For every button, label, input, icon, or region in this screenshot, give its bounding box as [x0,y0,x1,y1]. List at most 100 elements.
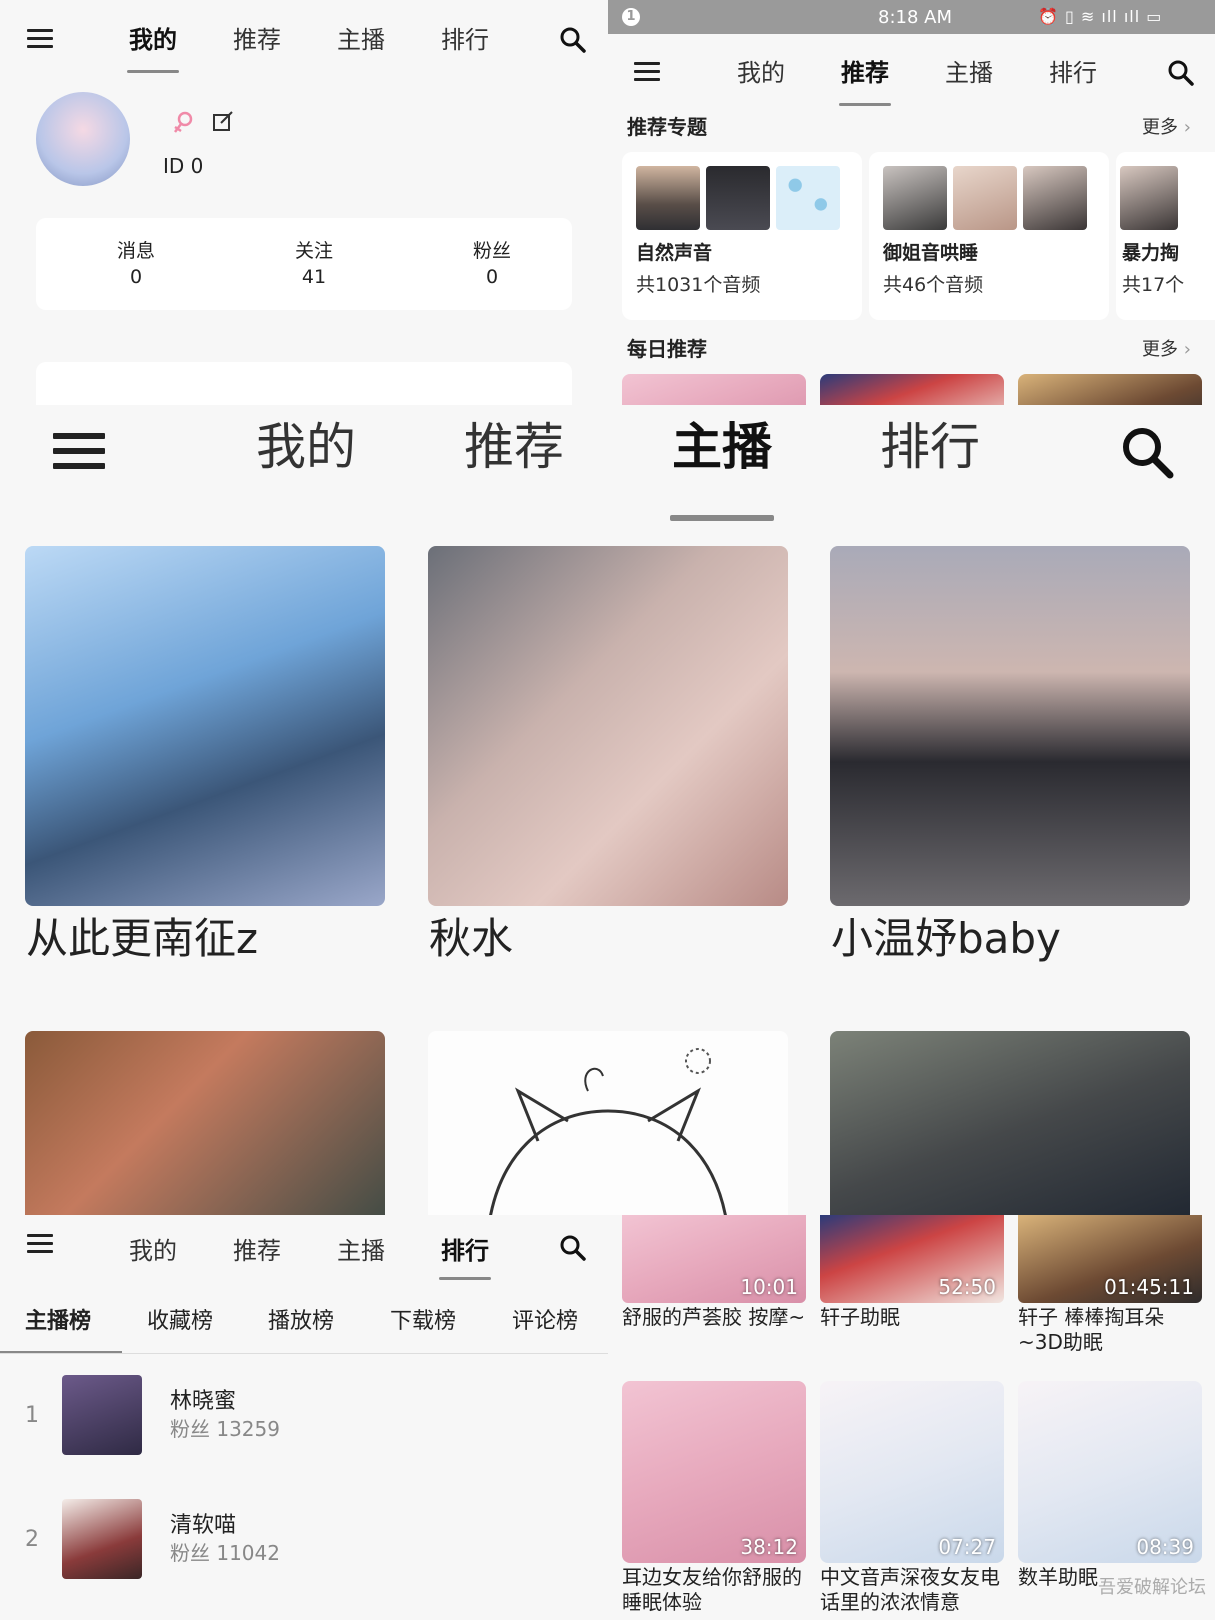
menu-card [36,362,572,405]
tab-recommend[interactable]: 推荐 [222,1231,292,1266]
user-id: ID 0 [163,154,204,178]
tab-recommend[interactable]: 推荐 [830,53,900,88]
stat-following[interactable]: 关注 41 [264,238,364,290]
search-icon[interactable] [559,26,587,54]
topic-card[interactable]: 御姐音哄睡 共46个音频 [869,152,1109,320]
daily-thumb[interactable] [820,374,1004,405]
daily-thumb[interactable] [622,374,806,405]
daily-item[interactable]: 10:01 舒服的芦荟胶 按摩~ [622,1215,806,1360]
rank-name: 林晓蜜 [170,1389,237,1414]
subtab-favorite-rank[interactable]: 收藏榜 [147,1303,213,1335]
tab-anchor[interactable]: 主播 [934,53,1004,88]
rank-fans: 粉丝 11042 [170,1541,280,1565]
more-label: 更多 [1142,339,1178,360]
daily-item[interactable]: 38:12 耳边女友给你舒服的睡眠体验 [622,1381,806,1616]
more-label: 更多 [1142,117,1178,138]
tab-anchor[interactable]: 主播 [652,407,792,479]
daily-item[interactable]: 07:27 中文音声深夜女友电话里的浓浓情意 [820,1381,1004,1616]
daily-item[interactable]: 01:45:11 轩子 棒棒掏耳朵~3D助眠 [1018,1215,1202,1360]
search-icon[interactable] [1167,59,1195,87]
chevron-right-icon: › [1178,117,1191,138]
tab-mine[interactable]: 我的 [236,407,376,479]
topic-count: 共1031个音频 [636,274,761,296]
rank-row[interactable]: 2 清软喵 粉丝 11042 [0,1499,608,1599]
tab-underline [670,515,774,521]
section-title-daily: 每日推荐 [627,337,707,361]
subtab-download-rank[interactable]: 下载榜 [390,1303,456,1335]
tab-underline [839,103,891,106]
stat-label: 消息 [116,240,155,262]
topic-card[interactable]: 暴力掏 共17个 [1116,152,1215,320]
ranking-panel: 我的 推荐 主播 排行 主播榜 收藏榜 播放榜 下载榜 评论榜 1 林晓蜜 粉丝… [0,1215,608,1620]
anchor-photo[interactable] [25,1031,385,1215]
topic-thumb [706,166,770,230]
subtab-play-rank[interactable]: 播放榜 [268,1303,334,1335]
tab-ranking[interactable]: 排行 [430,20,500,55]
rank-row[interactable]: 1 林晓蜜 粉丝 13259 [0,1375,608,1475]
daily-thumb: 10:01 [622,1215,806,1303]
topic-count: 共46个音频 [883,274,984,296]
subtab-divider [0,1353,608,1354]
anchor-photo[interactable] [428,546,788,906]
anchor-name[interactable]: 小温妤baby [831,905,1061,966]
daily-title: 中文音声深夜女友电话里的浓浓情意 [820,1565,1000,1614]
anchor-name[interactable]: 秋水 [429,905,513,966]
topic-thumb [883,166,947,230]
anchor-photo[interactable] [830,546,1190,906]
daily-thumb: 08:39 [1018,1381,1202,1563]
tab-ranking[interactable]: 排行 [860,407,1000,479]
tab-ranking[interactable]: 排行 [1038,53,1108,88]
search-icon[interactable] [1120,425,1176,481]
daily-title: 舒服的芦荟胶 按摩~ [622,1305,806,1329]
tab-mine[interactable]: 我的 [118,20,188,55]
daily-thumb: 07:27 [820,1381,1004,1563]
stat-value: 0 [129,266,143,288]
tab-recommend[interactable]: 推荐 [222,20,292,55]
topic-name: 御姐音哄睡 [883,242,979,264]
tab-mine[interactable]: 我的 [726,53,796,88]
subtab-anchor-rank[interactable]: 主播榜 [25,1303,91,1335]
watermark: 吾爱破解论坛 [1098,1577,1206,1598]
search-icon[interactable] [559,1234,587,1262]
rank-number: 2 [25,1527,39,1552]
tab-mine[interactable]: 我的 [118,1231,188,1266]
tab-anchor[interactable]: 主播 [326,1231,396,1266]
menu-icon[interactable] [27,1234,53,1253]
daily-panel: 10:01 舒服的芦荟胶 按摩~ 52:50 轩子助眠 01:45:11 轩子 … [608,1215,1215,1620]
sketch-cat-illustration [489,1048,727,1215]
stats-card: 消息 0 关注 41 粉丝 0 [36,218,572,310]
menu-icon[interactable] [53,433,105,469]
daily-thumb: 38:12 [622,1381,806,1563]
more-link-daily[interactable]: 更多 › [1142,335,1191,361]
rank-avatar [62,1375,142,1455]
anchor-photo[interactable] [25,546,385,906]
daily-thumb: 01:45:11 [1018,1215,1202,1303]
more-link-topics[interactable]: 更多 › [1142,113,1191,139]
stat-label: 关注 [294,240,333,262]
anchor-photo[interactable] [428,1031,788,1215]
topic-name: 自然声音 [636,242,713,264]
tab-anchor[interactable]: 主播 [326,20,396,55]
tab-recommend[interactable]: 推荐 [444,407,584,479]
subtab-comment-rank[interactable]: 评论榜 [512,1303,578,1335]
daily-title: 耳边女友给你舒服的睡眠体验 [622,1565,802,1614]
daily-duration: 07:27 [938,1535,996,1559]
anchor-photo[interactable] [830,1031,1190,1215]
topic-card[interactable]: 自然声音 共1031个音频 [622,152,862,320]
menu-icon[interactable] [27,29,53,48]
daily-thumb[interactable] [1018,374,1202,405]
daily-thumb: 52:50 [820,1215,1004,1303]
avatar[interactable] [36,92,130,186]
daily-item[interactable]: 52:50 轩子助眠 [820,1215,1004,1360]
edit-icon[interactable] [212,111,234,133]
topic-name: 暴力掏 [1122,242,1180,264]
female-icon [174,111,193,133]
section-title-topics: 推荐专题 [627,115,707,139]
daily-duration: 01:45:11 [1104,1275,1194,1299]
menu-icon[interactable] [634,62,660,81]
anchor-name[interactable]: 从此更南征z [26,905,258,966]
topic-thumb [776,166,840,230]
stat-fans[interactable]: 粉丝 0 [442,238,542,290]
stat-messages[interactable]: 消息 0 [86,238,186,290]
tab-ranking[interactable]: 排行 [430,1231,500,1266]
